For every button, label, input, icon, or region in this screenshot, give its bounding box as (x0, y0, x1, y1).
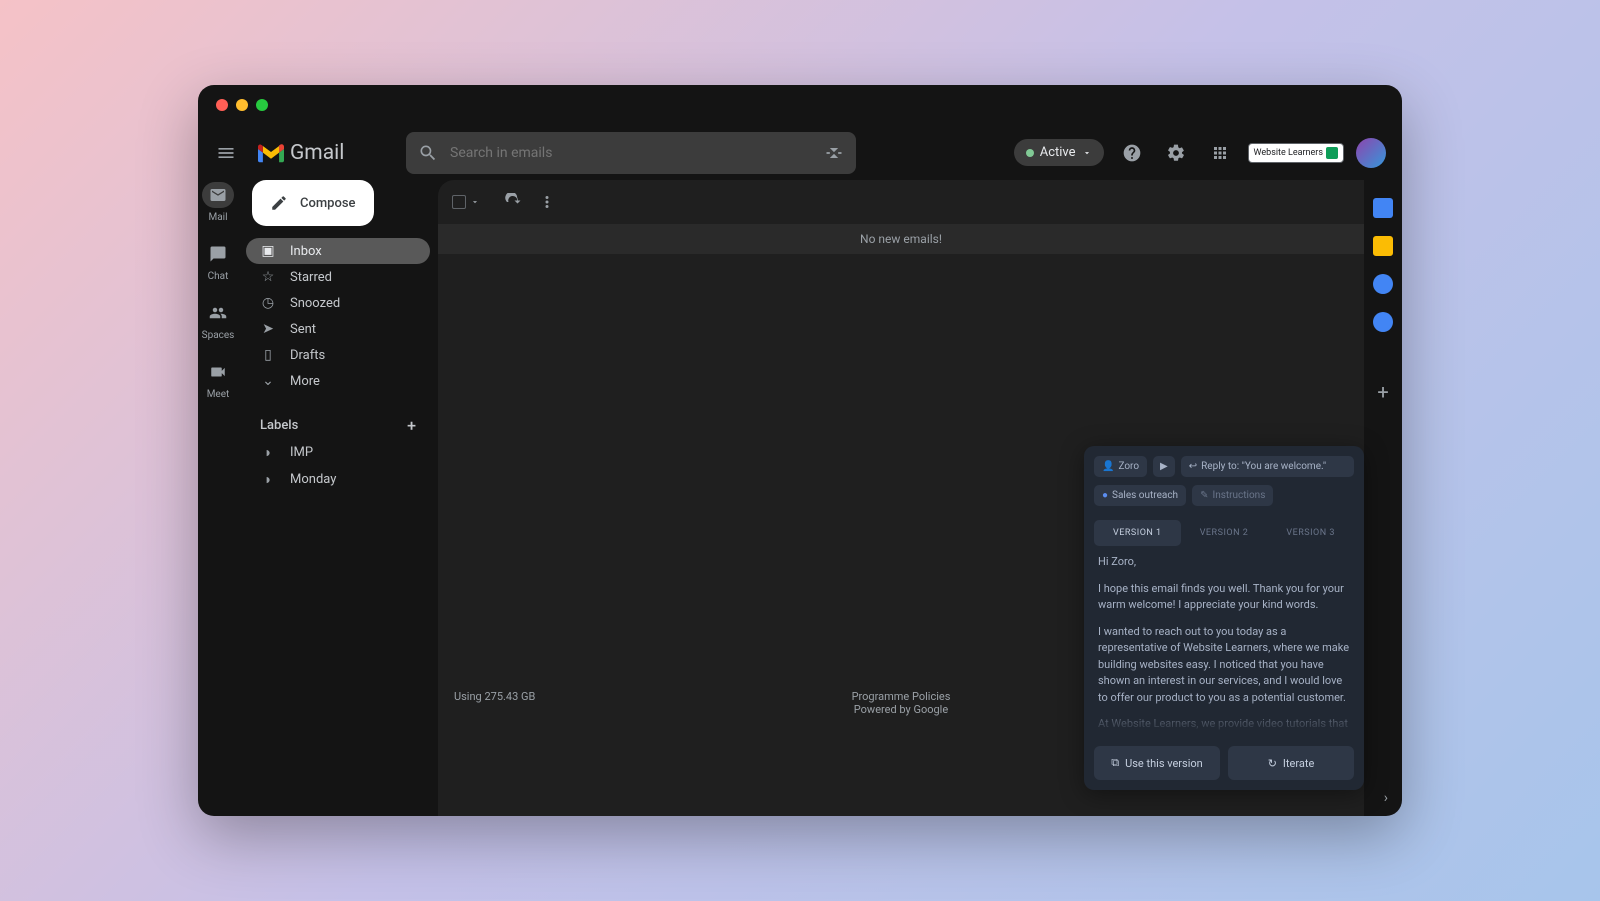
calendar-addon[interactable] (1373, 198, 1393, 218)
chevron-down-icon (1082, 148, 1092, 158)
refresh-icon: ↻ (1268, 757, 1277, 770)
compose-button[interactable]: Compose (252, 180, 374, 226)
app-rail: Mail Chat Spaces Meet (198, 180, 238, 816)
account-avatar[interactable] (1356, 138, 1386, 168)
side-panel-toggle[interactable]: › (1384, 790, 1388, 806)
labels-header: Labels + (246, 412, 430, 439)
contacts-addon[interactable] (1373, 312, 1393, 332)
status-label: Active (1040, 145, 1076, 160)
pencil-icon: ✎ (1200, 490, 1208, 501)
checkbox-icon (452, 195, 466, 209)
workspace-badge-icon (1326, 147, 1338, 159)
meet-icon (209, 363, 227, 381)
settings-button[interactable] (1160, 137, 1192, 169)
select-all-checkbox[interactable] (452, 195, 480, 209)
help-button[interactable] (1116, 137, 1148, 169)
search-bar[interactable] (406, 132, 856, 174)
app-window: Gmail Active Website Learners (198, 85, 1402, 816)
pencil-icon (270, 194, 288, 212)
inbox-icon: ▣ (260, 243, 276, 259)
add-label-button[interactable]: + (407, 416, 416, 435)
tab-version-2[interactable]: VERSION 2 (1181, 520, 1268, 546)
topic-icon: ● (1102, 490, 1108, 501)
search-options-icon[interactable] (824, 143, 844, 163)
label-icon: ◗ (260, 471, 276, 488)
version-tabs: VERSION 1 VERSION 2 VERSION 3 (1094, 520, 1354, 546)
nav-drafts[interactable]: ▯Drafts (246, 342, 430, 368)
send-icon: ➤ (260, 321, 276, 337)
storage-usage: Using 275.43 GB (454, 690, 752, 716)
mail-toolbar (438, 180, 1364, 224)
get-addons-button[interactable]: + (1377, 380, 1388, 404)
person-icon: 👤 (1102, 461, 1114, 472)
star-icon: ☆ (260, 269, 276, 285)
recipient-chip[interactable]: 👤Zoro (1094, 456, 1147, 477)
sidebar: Compose ▣Inbox ☆Starred ◷Snoozed ➤Sent ▯… (238, 180, 438, 816)
main-menu-button[interactable] (206, 133, 246, 173)
window-maximize-button[interactable] (256, 99, 268, 111)
chevron-down-icon (470, 197, 480, 207)
topic-chip[interactable]: ●Sales outreach (1094, 485, 1186, 506)
label-icon: ◗ (260, 444, 276, 461)
nav-sent[interactable]: ➤Sent (246, 316, 430, 342)
gmail-logo-text: Gmail (290, 141, 344, 165)
reply-context-chip[interactable]: ↩Reply to: "You are welcome." (1181, 456, 1354, 477)
generated-email-body: Hi Zoro, I hope this email finds you wel… (1094, 554, 1354, 734)
label-imp[interactable]: ◗IMP (246, 439, 430, 466)
flag-icon: ▶ (1160, 461, 1168, 472)
window-close-button[interactable] (216, 99, 228, 111)
tab-version-1[interactable]: VERSION 1 (1094, 520, 1181, 546)
reply-icon: ↩ (1189, 461, 1197, 472)
tab-version-3[interactable]: VERSION 3 (1267, 520, 1354, 546)
iterate-button[interactable]: ↻Iterate (1228, 746, 1354, 780)
topbar: Gmail Active Website Learners (198, 125, 1402, 180)
workspace-badge[interactable]: Website Learners (1248, 143, 1344, 163)
tasks-addon[interactable] (1373, 274, 1393, 294)
use-version-button[interactable]: ⧉Use this version (1094, 746, 1220, 780)
chevron-down-icon: ⌄ (260, 373, 276, 389)
copy-icon: ⧉ (1111, 756, 1119, 770)
gmail-icon (258, 143, 284, 163)
gmail-logo[interactable]: Gmail (258, 141, 394, 165)
titlebar (198, 85, 1402, 125)
help-icon (1122, 143, 1142, 163)
nav-more[interactable]: ⌄More (246, 368, 430, 394)
more-button[interactable] (538, 193, 556, 211)
keep-addon[interactable] (1373, 236, 1393, 256)
nav-snoozed[interactable]: ◷Snoozed (246, 290, 430, 316)
ai-compose-panel: 👤Zoro ▶ ↩Reply to: "You are welcome." ●S… (1084, 446, 1364, 790)
rail-spaces[interactable]: Spaces (202, 300, 235, 341)
instructions-chip[interactable]: ✎Instructions (1192, 485, 1273, 506)
nav-starred[interactable]: ☆Starred (246, 264, 430, 290)
refresh-button[interactable] (504, 193, 522, 211)
rail-chat[interactable]: Chat (202, 241, 234, 282)
spaces-icon (209, 304, 227, 322)
powered-by: Powered by Google (752, 703, 1050, 716)
right-side-panel: + (1364, 180, 1402, 404)
flag-chip[interactable]: ▶ (1153, 456, 1175, 477)
label-monday[interactable]: ◗Monday (246, 466, 430, 493)
search-input[interactable] (450, 145, 812, 161)
window-minimize-button[interactable] (236, 99, 248, 111)
empty-state: No new emails! (438, 224, 1364, 254)
rail-meet[interactable]: Meet (202, 359, 234, 400)
programme-policies-link[interactable]: Programme Policies (752, 690, 1050, 703)
clock-icon: ◷ (260, 295, 276, 311)
rail-mail[interactable]: Mail (202, 182, 234, 223)
chat-icon (209, 245, 227, 263)
status-dot-icon (1026, 149, 1034, 157)
gear-icon (1166, 143, 1186, 163)
nav-list: ▣Inbox ☆Starred ◷Snoozed ➤Sent ▯Drafts ⌄… (246, 238, 430, 394)
mail-icon (209, 186, 227, 204)
nav-inbox[interactable]: ▣Inbox (246, 238, 430, 264)
status-chip[interactable]: Active (1014, 139, 1104, 166)
search-icon (418, 143, 438, 163)
apps-grid-icon (1211, 144, 1229, 162)
apps-button[interactable] (1204, 137, 1236, 169)
draft-icon: ▯ (260, 347, 276, 363)
